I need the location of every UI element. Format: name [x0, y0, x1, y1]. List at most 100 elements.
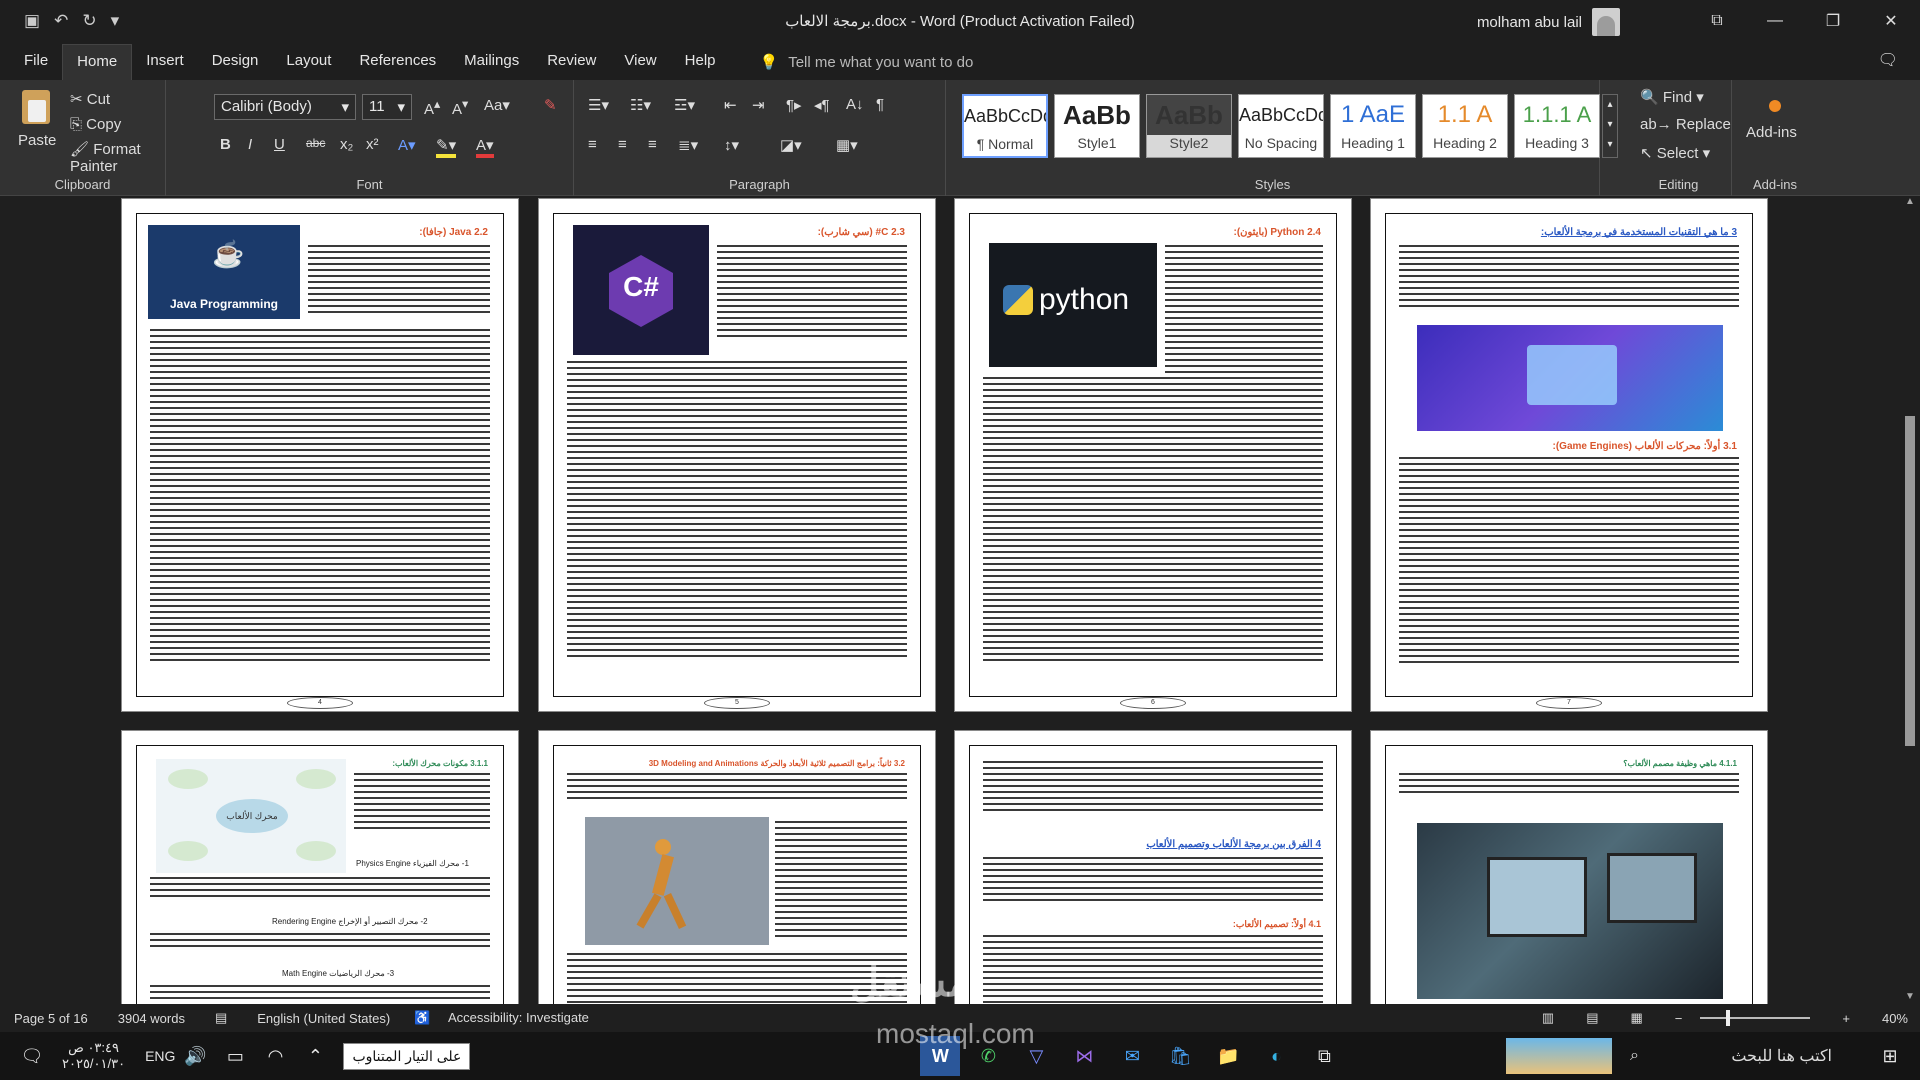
news-widget[interactable]: على التيار المتناوب — [343, 1042, 471, 1070]
style-heading-1[interactable]: 1 AaE Heading 1 — [1330, 94, 1416, 158]
style-style1[interactable]: AaBb Style1 — [1054, 94, 1140, 158]
add-ins-button[interactable]: Add-ins — [1746, 124, 1797, 141]
style-heading-3[interactable]: 1.1.1 A Heading 3 — [1514, 94, 1600, 158]
zoom-out-icon[interactable]: − — [1675, 1011, 1683, 1026]
numbering-icon[interactable]: ☷▾ — [630, 96, 651, 114]
input-language[interactable]: ENG — [145, 1048, 175, 1064]
accessibility-status[interactable]: ♿ Accessibility: Investigate — [414, 1010, 589, 1026]
tray-overflow-icon[interactable]: ⌃ — [295, 1036, 335, 1076]
underline-icon[interactable]: U — [274, 136, 285, 153]
justify-icon[interactable]: ≣▾ — [678, 136, 698, 154]
start-icon[interactable]: ⊞ — [1870, 1036, 1910, 1076]
undo-icon[interactable]: ↶ — [54, 11, 68, 31]
task-view-icon[interactable]: ⧉ — [1304, 1036, 1344, 1076]
rtl-icon[interactable]: ◂¶ — [814, 96, 830, 114]
increase-indent-icon[interactable]: ⇥ — [752, 96, 765, 114]
clock-date[interactable]: ٢٠٢٥/٠١/٣٠ — [62, 1056, 125, 1072]
web-layout-icon[interactable]: ▦ — [1630, 1010, 1642, 1026]
superscript-icon[interactable]: x² — [366, 136, 379, 153]
print-layout-icon[interactable]: ▤ — [1586, 1010, 1598, 1026]
bold-icon[interactable]: B — [220, 136, 231, 153]
file-explorer-icon[interactable]: 📁 — [1208, 1036, 1248, 1076]
shrink-font-icon[interactable]: A▾ — [452, 96, 468, 118]
zoom-level[interactable]: 40% — [1882, 1011, 1908, 1026]
restore-button[interactable]: ❐ — [1804, 0, 1862, 42]
multilevel-list-icon[interactable]: ☲▾ — [674, 96, 695, 114]
edge-icon[interactable]: ◐ — [1256, 1036, 1296, 1076]
clear-formatting-icon[interactable]: ✎ — [544, 96, 557, 114]
wifi-icon[interactable]: ◠ — [255, 1036, 295, 1076]
decrease-indent-icon[interactable]: ⇤ — [724, 96, 737, 114]
tab-design[interactable]: Design — [198, 44, 273, 80]
customize-qat-icon[interactable]: ▾ — [111, 11, 120, 31]
close-button[interactable]: ✕ — [1862, 0, 1920, 42]
format-painter-button[interactable]: 🖌 Format Painter — [70, 140, 165, 175]
proofing-icon[interactable]: ▤ — [215, 1010, 227, 1026]
font-size-select[interactable]: 11 ▾ — [362, 94, 412, 120]
styles-scroll[interactable]: ▴ ▾ ▾ — [1602, 94, 1618, 158]
show-marks-icon[interactable]: ¶ — [876, 96, 884, 113]
font-color-icon[interactable]: A▾ — [476, 136, 494, 158]
sort-icon[interactable]: A↓ — [846, 96, 864, 113]
tab-references[interactable]: References — [345, 44, 450, 80]
find-button[interactable]: 🔍 Find ▾ — [1640, 88, 1704, 106]
zoom-in-icon[interactable]: + — [1842, 1011, 1850, 1026]
line-spacing-icon[interactable]: ↕▾ — [724, 136, 739, 154]
font-family-select[interactable]: Calibri (Body) ▾ — [214, 94, 356, 120]
paste-button[interactable]: Paste — [18, 132, 56, 149]
select-button[interactable]: ↖ Select ▾ — [1640, 144, 1710, 162]
borders-icon[interactable]: ▦▾ — [836, 136, 858, 154]
align-left-icon[interactable]: ≡ — [588, 136, 597, 153]
save-icon[interactable]: ▣ — [24, 11, 40, 31]
tab-help[interactable]: Help — [671, 44, 730, 80]
read-mode-icon[interactable]: ▥ — [1542, 1010, 1554, 1026]
italic-icon[interactable]: I — [248, 136, 252, 153]
ltr-icon[interactable]: ¶▸ — [786, 96, 802, 114]
grow-font-icon[interactable]: A▴ — [424, 96, 440, 118]
user-name[interactable]: molham abu lail — [1477, 14, 1582, 31]
replace-button[interactable]: ab→ Replace — [1640, 116, 1731, 133]
tab-home[interactable]: Home — [62, 44, 133, 80]
align-center-icon[interactable]: ≡ — [618, 136, 627, 153]
scrollbar-thumb[interactable] — [1905, 416, 1915, 746]
tab-view[interactable]: View — [610, 44, 670, 80]
change-case-icon[interactable]: Aa▾ — [484, 96, 510, 114]
highlight-icon[interactable]: ✎▾ — [436, 136, 457, 158]
shading-icon[interactable]: ◪▾ — [780, 136, 802, 154]
vertical-scrollbar[interactable]: ▲ ▼ — [1900, 196, 1920, 1004]
mail-icon[interactable]: ✉ — [1112, 1036, 1152, 1076]
align-right-icon[interactable]: ≡ — [648, 136, 657, 153]
ribbon-display-options-icon[interactable]: ⧉ — [1688, 0, 1746, 42]
style-normal[interactable]: AaBbCcDd ¶ Normal — [962, 94, 1048, 158]
store-icon[interactable]: 🛍 — [1160, 1036, 1200, 1076]
style-style2[interactable]: AaBb Style2 — [1146, 94, 1232, 158]
tab-layout[interactable]: Layout — [272, 44, 345, 80]
tab-insert[interactable]: Insert — [132, 44, 198, 80]
avatar[interactable] — [1592, 8, 1620, 36]
style-heading-2[interactable]: 1.1 A Heading 2 — [1422, 94, 1508, 158]
language[interactable]: English (United States) — [257, 1011, 390, 1026]
battery-icon[interactable]: ▭ — [215, 1036, 255, 1076]
text-effects-icon[interactable]: A▾ — [398, 136, 416, 154]
cut-button[interactable]: ✂ Cut — [70, 90, 110, 108]
copy-button[interactable]: ⎘ Copy — [70, 116, 121, 133]
page-counter[interactable]: Page 5 of 16 — [14, 1011, 88, 1026]
comments-icon[interactable]: 🗨 — [1878, 50, 1898, 70]
document-canvas[interactable]: Java Programming ☕ 2.2 Java (جافا): 4 C#… — [0, 196, 1900, 1004]
add-ins-icon[interactable] — [1769, 100, 1781, 112]
notifications-icon[interactable]: 🗨 — [12, 1036, 52, 1076]
redo-icon[interactable]: ↻ — [82, 11, 96, 31]
tell-me-box[interactable]: 💡 Tell me what you want to do — [730, 44, 974, 80]
tab-mailings[interactable]: Mailings — [450, 44, 533, 80]
bullets-icon[interactable]: ☰▾ — [588, 96, 609, 114]
clock-time[interactable]: ٠٣:٤٩ ص — [62, 1040, 125, 1056]
strikethrough-icon[interactable]: abc — [306, 136, 325, 150]
tab-file[interactable]: File — [10, 44, 62, 80]
minimize-button[interactable]: — — [1746, 0, 1804, 42]
style-no-spacing[interactable]: AaBbCcDd No Spacing — [1238, 94, 1324, 158]
volume-icon[interactable]: 🔊 — [175, 1036, 215, 1076]
word-count[interactable]: 3904 words — [118, 1011, 185, 1026]
visual-studio-icon[interactable]: ⋈ — [1064, 1036, 1104, 1076]
tab-review[interactable]: Review — [533, 44, 610, 80]
taskbar-search[interactable]: اكتب هنا للبحث ⌕ — [1618, 1038, 1844, 1074]
